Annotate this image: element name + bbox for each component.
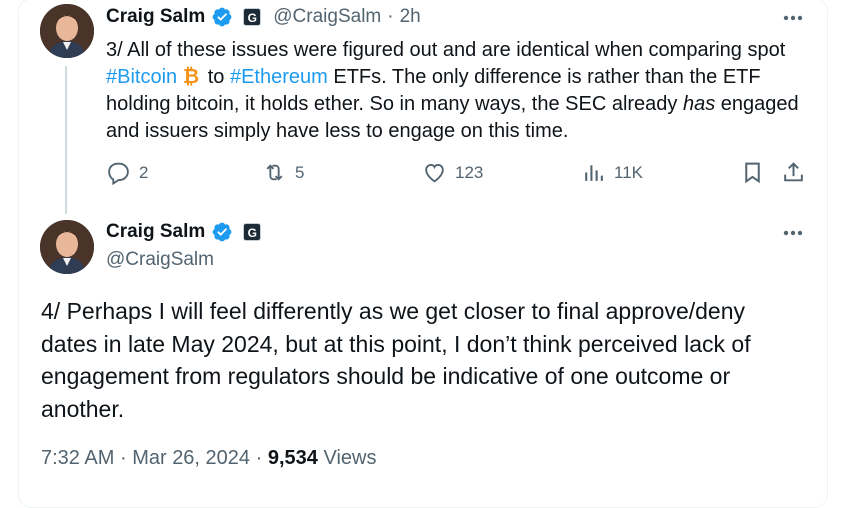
heart-icon bbox=[425, 163, 444, 183]
emphasis-text: has bbox=[682, 93, 716, 115]
views-label: Views bbox=[323, 447, 377, 469]
repost-icon bbox=[266, 164, 283, 181]
avatar[interactable] bbox=[40, 4, 94, 58]
repost-count: 5 bbox=[295, 162, 305, 182]
thread-line bbox=[65, 66, 67, 214]
repost-button[interactable]: 5 bbox=[262, 160, 304, 185]
reply-count: 2 bbox=[139, 162, 149, 182]
views-button[interactable]: 11K bbox=[581, 160, 643, 185]
author-handle[interactable]: @CraigSalm bbox=[273, 6, 381, 28]
share-icon bbox=[784, 162, 803, 182]
affiliate-badge-icon[interactable]: G bbox=[243, 223, 262, 241]
view-count: 9,534 bbox=[267, 447, 318, 469]
hashtag-bitcoin[interactable]: #Bitcoin bbox=[106, 66, 177, 88]
verified-badge-icon[interactable] bbox=[211, 221, 233, 243]
timestamp[interactable]: 2h bbox=[400, 6, 421, 28]
author-name[interactable]: Craig Salm bbox=[106, 221, 205, 243]
like-button[interactable]: 123 bbox=[422, 160, 483, 185]
bookmark-icon bbox=[745, 162, 760, 184]
share-button[interactable] bbox=[781, 160, 806, 185]
post-time[interactable]: 7:32 AM bbox=[41, 447, 114, 469]
verified-badge-icon[interactable] bbox=[211, 6, 233, 28]
bitcoin-icon: ₿ bbox=[183, 64, 199, 88]
more-options-icon[interactable] bbox=[782, 14, 804, 22]
bookmark-button[interactable] bbox=[740, 160, 765, 185]
tweet-meta: 7:32 AM · Mar 26, 2024 · 9,534 Views bbox=[41, 447, 377, 469]
affiliate-badge-icon[interactable]: G bbox=[243, 8, 262, 26]
tweet-text: 3/ All of these issues were figured out … bbox=[106, 39, 799, 142]
like-count: 123 bbox=[455, 162, 484, 182]
reply-icon bbox=[108, 162, 129, 185]
analytics-icon bbox=[585, 165, 603, 181]
avatar-photo bbox=[40, 220, 94, 274]
author-name[interactable]: Craig Salm bbox=[106, 6, 205, 28]
tweet-text: 4/ Perhaps I will feel differently as we… bbox=[41, 298, 751, 422]
views-count: 11K bbox=[614, 162, 643, 182]
separator-dot: · bbox=[387, 6, 394, 27]
svg-text:₿: ₿ bbox=[183, 65, 199, 87]
avatar-photo bbox=[40, 4, 94, 58]
post-date[interactable]: Mar 26, 2024 bbox=[132, 447, 250, 469]
reply-button[interactable]: 2 bbox=[106, 160, 148, 185]
author-handle[interactable]: @CraigSalm bbox=[106, 249, 214, 271]
avatar[interactable] bbox=[40, 220, 94, 274]
hashtag-ethereum[interactable]: #Ethereum bbox=[230, 66, 328, 88]
more-options-icon[interactable] bbox=[782, 229, 804, 237]
